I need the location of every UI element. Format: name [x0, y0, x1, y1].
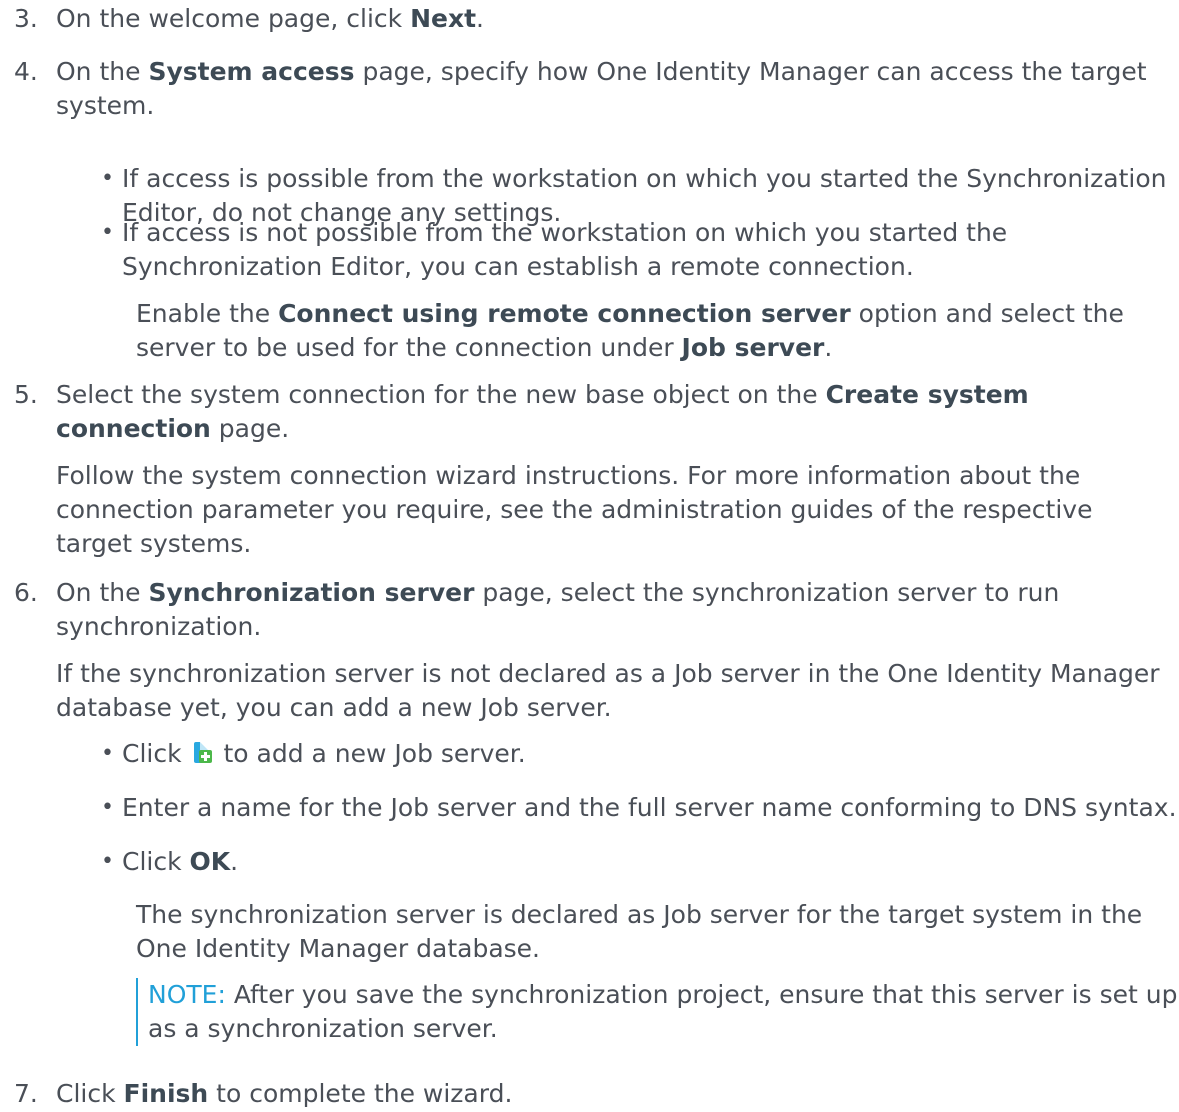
remote-connection-paragraph: Enable the Connect using remote connecti…: [136, 299, 1124, 362]
step-6: 6. On the Synchronization server page, s…: [14, 578, 1060, 641]
step-5: 5. Select the system connection for the …: [14, 380, 1029, 443]
step-number: 4.: [14, 57, 38, 86]
system-access-page-ref: System access: [148, 57, 355, 86]
step-number: 6.: [14, 578, 38, 607]
step-3: 3. On the welcome page, click Next.: [14, 2, 1174, 36]
bullet-dot: •: [101, 741, 114, 766]
wizard-instructions-paragraph: Follow the system connection wizard inst…: [56, 461, 1093, 558]
step-number: 5.: [14, 380, 38, 409]
list-item: • Enter a name for the Job server and th…: [101, 791, 1177, 825]
step-4: 4. On the System access page, specify ho…: [14, 57, 1147, 120]
declared-paragraph: The synchronization server is declared a…: [136, 900, 1143, 963]
synchronization-server-page-ref: Synchronization server: [148, 578, 475, 607]
bullet-dot: •: [101, 166, 114, 191]
list-item: • Click to add a new Job server.: [101, 737, 1177, 771]
step-number: 7.: [14, 1079, 38, 1108]
bullet-dot: •: [101, 849, 114, 874]
list-item: • If access is not possible from the wor…: [101, 218, 1008, 281]
bullet-dot: •: [101, 220, 114, 245]
note-label: NOTE:: [148, 980, 226, 1009]
list-item: • Click OK.: [101, 845, 1177, 879]
add-job-server-icon: [193, 742, 212, 764]
finish-button-ref: Finish: [123, 1079, 209, 1108]
next-button-ref: Next: [410, 4, 477, 33]
job-server-paragraph: If the synchronization server is not dec…: [56, 659, 1160, 722]
step-7: 7. Click Finish to complete the wizard.: [14, 1077, 1174, 1111]
ok-button-ref: OK: [189, 847, 231, 876]
bullet-dot: •: [101, 795, 114, 820]
step-number: 3.: [14, 4, 38, 33]
note-callout: NOTE: After you save the synchronization…: [136, 978, 1178, 1046]
document-page: 3. On the welcome page, click Next. 4. O…: [0, 0, 1179, 1112]
